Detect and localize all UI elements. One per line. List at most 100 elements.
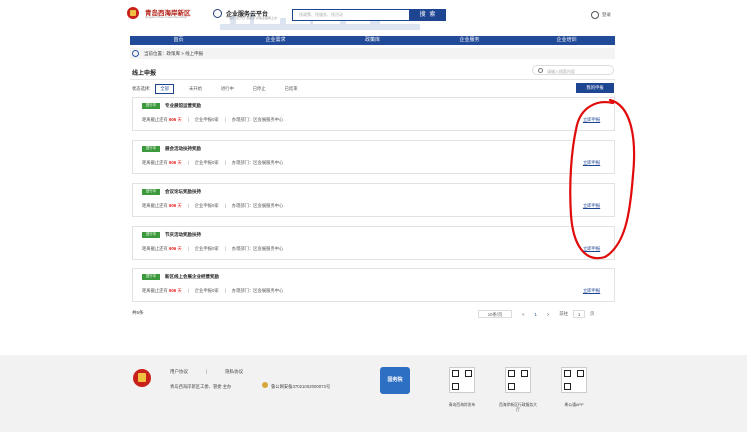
qr-code-icon	[505, 367, 531, 393]
apply-now-button[interactable]: 立即申报	[583, 288, 600, 294]
goto-page-input[interactable]: 1	[573, 310, 586, 318]
district-brand-subtitle: Qingdao West Coast New Area	[145, 15, 187, 19]
filter-label: 状态选择:	[132, 86, 151, 91]
filter-all[interactable]: 全部	[155, 84, 174, 94]
nav-item-policy-library[interactable]: 政策库	[324, 36, 421, 45]
policy-name[interactable]: 会议论坛奖励扶持	[165, 189, 201, 195]
next-page-button[interactable]: >	[547, 312, 550, 317]
qr-label: 青岛西海岸发布	[448, 403, 476, 407]
status-badge: 进行中	[142, 103, 160, 109]
deadline-unit: 天	[177, 246, 182, 251]
user-icon[interactable]	[591, 11, 599, 19]
policy-card: 进行中 新区线上会展企业经营奖励 距离截止还有 606 天 | 企业申报0家 | 办理部…	[132, 268, 615, 302]
divider	[130, 79, 615, 80]
qr-label: 西海岸新区行政服务大厅	[499, 403, 537, 412]
header-search-button[interactable]: 搜 索	[410, 9, 446, 21]
policy-meta: 距离截止还有 606 天 | 企业申报0家 | 办理部门：区会展服务中心	[142, 246, 284, 251]
policy-meta: 距离截止还有 606 天 | 企业申报0家 | 办理部门：区会展服务中心	[142, 160, 284, 165]
deadline-days: 606	[168, 203, 177, 208]
nav-item-enterprise-needs[interactable]: 企业需求	[227, 36, 324, 45]
deadline-label: 距离截止还有	[142, 117, 168, 122]
total-count: 共5条	[132, 310, 144, 315]
status-badge: 进行中	[142, 146, 160, 152]
content-search-input[interactable]: 请输入搜索内容	[532, 65, 614, 75]
deadline-days: 606	[168, 288, 177, 293]
policy-name[interactable]: 展会活动扶持奖励	[165, 146, 201, 152]
page-title: 线上申报	[132, 71, 157, 77]
policy-name[interactable]: 节庆活动奖励扶持	[165, 232, 201, 238]
handling-dept: 办理部门：区会展服务中心	[231, 246, 284, 251]
policy-name[interactable]: 新区线上会展企业经营奖励	[165, 274, 219, 280]
nav-item-enterprise-service[interactable]: 企业服务	[421, 36, 518, 45]
goto-unit: 页	[590, 311, 595, 316]
district-logo-icon[interactable]	[127, 7, 139, 19]
footer: 用户协议 | 隐私协议 青岛西海岸新区工委、管委 主办 鲁公网安备3702100…	[0, 355, 747, 432]
status-badge: 进行中	[142, 189, 160, 195]
filter-stopped[interactable]: 已停止	[249, 85, 270, 93]
apply-now-button[interactable]: 立即申报	[583, 117, 600, 123]
policy-card: 进行中 展会活动扶持奖励 距离截止还有 606 天 | 企业申报0家 | 办理部门：区会…	[132, 140, 615, 174]
main-nav: 首页 企业需求 政策库 企业服务 企业培训	[130, 36, 615, 45]
policy-meta: 距离截止还有 606 天 | 企业申报0家 | 办理部门：区会展服务中心	[142, 203, 284, 208]
footer-beian[interactable]: 鲁公网安备37021002000073号	[271, 384, 330, 390]
apply-count: 企业申报0家	[194, 246, 219, 251]
location-icon	[132, 50, 139, 57]
deadline-days: 606	[168, 160, 177, 165]
police-badge-icon	[262, 382, 268, 388]
policy-meta: 距离截止还有 606 天 | 企业申报0家 | 办理部门：区会展服务中心	[142, 117, 284, 122]
gov-council-logo[interactable]: 国务院	[380, 367, 410, 394]
privacy-agreement-link[interactable]: 隐私协议	[225, 369, 243, 375]
breadcrumb-text[interactable]: 当前位置：政策库 > 线上申报	[144, 51, 203, 57]
status-badge: 进行中	[142, 232, 160, 238]
footer-link-separator: |	[206, 369, 208, 374]
deadline-days: 606	[168, 117, 177, 122]
platform-subtitle: 一站式·全方位·零距离·办事全程网上办	[226, 16, 277, 20]
emblem-icon	[133, 369, 151, 387]
filter-in-progress[interactable]: 进行中	[217, 85, 238, 93]
apply-count: 企业申报0家	[194, 203, 219, 208]
qr-label: 希公通APP	[564, 403, 584, 407]
deadline-unit: 天	[177, 288, 182, 293]
policy-name[interactable]: 专业展馆运营奖励	[165, 103, 201, 109]
deadline-label: 距离截止还有	[142, 246, 168, 251]
apply-count: 企业申报0家	[194, 288, 219, 293]
deadline-unit: 天	[177, 160, 182, 165]
footer-host: 青岛西海岸新区工委、管委 主办	[170, 384, 232, 389]
apply-count: 企业申报0家	[194, 117, 219, 122]
deadline-label: 距离截止还有	[142, 203, 168, 208]
status-badge: 进行中	[142, 274, 160, 280]
nav-item-enterprise-training[interactable]: 企业培训	[518, 36, 615, 45]
search-icon	[538, 67, 543, 73]
user-agreement-link[interactable]: 用户协议	[170, 369, 188, 375]
page-size-select[interactable]: 10条/页	[478, 310, 512, 318]
footer-links: 用户协议 | 隐私协议	[170, 369, 261, 375]
handling-dept: 办理部门：区会展服务中心	[231, 288, 284, 293]
page-number-current[interactable]: 1	[535, 312, 537, 317]
policy-meta: 距离截止还有 606 天 | 企业申报0家 | 办理部门：区会展服务中心	[142, 288, 284, 293]
my-applications-button[interactable]: 我的申报	[576, 83, 614, 93]
platform-logo-icon[interactable]	[213, 9, 222, 18]
filter-ended[interactable]: 已结束	[281, 85, 302, 93]
status-filter-bar: 状态选择: 全部 未开始 进行中 已停止 已结束	[132, 84, 313, 94]
filter-not-started[interactable]: 未开始	[185, 85, 206, 93]
apply-now-button[interactable]: 立即申报	[583, 246, 600, 252]
header: 青岛西海岸新区 Qingdao West Coast New Area 企业服务…	[0, 0, 747, 34]
login-link[interactable]: 登录	[602, 12, 611, 18]
apply-now-button[interactable]: 立即申报	[583, 203, 600, 209]
policy-card: 进行中 会议论坛奖励扶持 距离截止还有 606 天 | 企业申报0家 | 办理部门：区会…	[132, 183, 615, 217]
deadline-unit: 天	[177, 203, 182, 208]
deadline-unit: 天	[177, 117, 182, 122]
deadline-label: 距离截止还有	[142, 288, 168, 293]
breadcrumb: 当前位置：政策库 > 线上申报	[130, 48, 615, 59]
policy-card: 进行中 专业展馆运营奖励 距离截止还有 606 天 | 企业申报0家 | 办理部门：区会…	[132, 97, 615, 131]
qr-code-icon	[449, 367, 475, 393]
apply-now-button[interactable]: 立即申报	[583, 160, 600, 166]
header-search-input[interactable]: 找政策、找服务、找活动	[292, 9, 410, 21]
prev-page-button[interactable]: <	[522, 312, 525, 317]
handling-dept: 办理部门：区会展服务中心	[231, 117, 284, 122]
deadline-days: 606	[168, 246, 177, 251]
handling-dept: 办理部门：区会展服务中心	[231, 203, 284, 208]
content-search-placeholder: 请输入搜索内容	[547, 68, 575, 74]
nav-item-home[interactable]: 首页	[130, 36, 227, 45]
handling-dept: 办理部门：区会展服务中心	[231, 160, 284, 165]
